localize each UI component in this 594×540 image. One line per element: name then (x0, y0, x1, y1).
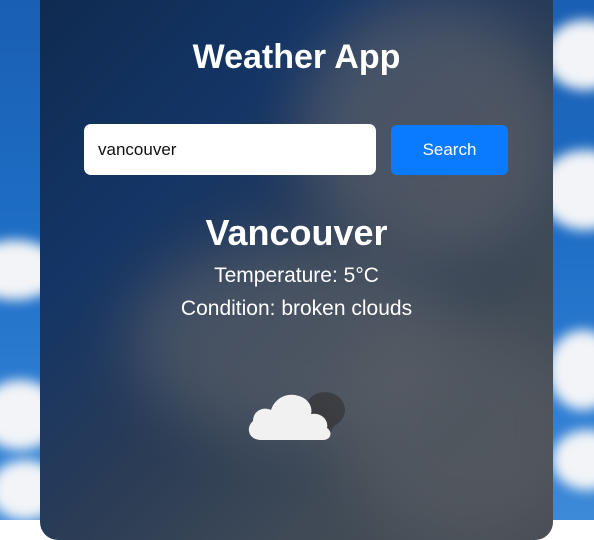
condition-text: Condition: broken clouds (180, 297, 413, 320)
app-title: Weather App (192, 38, 401, 76)
search-button[interactable]: Search (391, 125, 508, 175)
temperature-text: Temperature: 5°C (214, 264, 379, 287)
weather-card: Weather App Search Vancouver Temperature… (40, 0, 553, 540)
city-name: Vancouver (205, 212, 388, 253)
city-search-input[interactable] (84, 124, 376, 175)
broken-clouds-icon (248, 392, 345, 440)
